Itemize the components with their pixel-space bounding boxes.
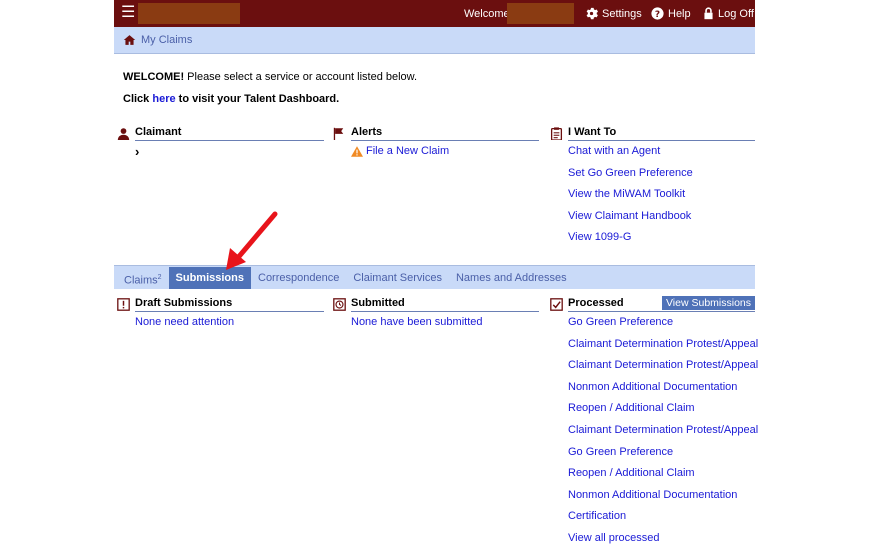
clipboard-icon [550, 126, 563, 140]
view-submissions-button[interactable]: View Submissions [661, 296, 755, 310]
flag-icon [333, 127, 344, 140]
draft-submissions-section: Draft Submissions None need attention [117, 296, 324, 334]
file-new-claim-link[interactable]: File a New Claim [366, 141, 449, 163]
alerts-section: Alerts File a New Claim [333, 125, 539, 163]
draft-submissions-title: Draft Submissions [135, 296, 324, 312]
submitted-section: Submitted None have been submitted [333, 296, 539, 334]
gear-icon [586, 7, 598, 20]
help-button[interactable]: ? Help [651, 7, 691, 20]
processed-item[interactable]: Certification [568, 506, 755, 528]
help-label: Help [668, 7, 691, 20]
hamburger-icon[interactable]: ☰ [121, 5, 135, 21]
redacted-username [507, 3, 574, 24]
person-icon [117, 127, 130, 140]
annotation-arrow-icon [226, 211, 278, 270]
app-window: ☰ Welcome, Settings ? Help Log Off My Cl… [114, 0, 758, 555]
chat-with-agent-link[interactable]: Chat with an Agent [568, 141, 755, 163]
top-bar: ☰ Welcome, Settings ? Help Log Off [114, 0, 755, 27]
view-all-processed-link[interactable]: View all processed [568, 528, 755, 550]
here-link[interactable]: here [152, 93, 175, 105]
tab-claims-label: Claims [124, 274, 158, 287]
log-off-label: Log Off [718, 7, 754, 20]
welcome-message: WELCOME! Please select a service or acco… [123, 71, 417, 83]
welcome-rest: Please select a service or account liste… [184, 71, 418, 83]
claimant-expand-chevron[interactable]: › [135, 141, 324, 163]
redacted-logo [138, 3, 240, 24]
lock-icon [704, 7, 713, 20]
alerts-title: Alerts [351, 125, 539, 141]
submitted-title: Submitted [351, 296, 539, 312]
dashboard-text: to visit your Talent Dashboard. [175, 93, 340, 105]
warning-icon [351, 146, 363, 158]
svg-text:?: ? [655, 10, 660, 20]
dashboard-message: Click here to visit your Talent Dashboar… [123, 93, 339, 105]
tab-claims[interactable]: Claims2 [117, 267, 169, 289]
i-want-to-section: I Want To Chat with an Agent Set Go Gree… [550, 125, 755, 249]
go-green-preference-link[interactable]: Set Go Green Preference [568, 163, 755, 185]
home-icon[interactable] [123, 34, 136, 46]
view-1099g-link[interactable]: View 1099-G [568, 227, 755, 249]
welcome-text: Welcome, [464, 8, 513, 20]
settings-label: Settings [602, 7, 642, 20]
submitted-none-text: None have been submitted [351, 316, 483, 328]
breadcrumb-my-claims[interactable]: My Claims [141, 34, 192, 46]
exclamation-box-icon [117, 297, 130, 311]
settings-button[interactable]: Settings [585, 7, 642, 20]
log-off-button[interactable]: Log Off [703, 7, 754, 20]
checkbox-icon [550, 297, 563, 311]
clock-icon [333, 297, 346, 311]
alert-item[interactable]: File a New Claim [351, 141, 539, 163]
i-want-to-title: I Want To [568, 125, 755, 141]
processed-item[interactable]: Claimant Determination Protest/Appeal [568, 355, 758, 377]
breadcrumb: My Claims [114, 27, 755, 54]
processed-item[interactable]: Nonmon Additional Documentation [568, 485, 755, 507]
help-icon: ? [651, 7, 664, 20]
claimant-handbook-link[interactable]: View Claimant Handbook [568, 206, 755, 228]
claimant-section: Claimant › [117, 125, 324, 163]
tab-claims-badge: 2 [157, 274, 162, 281]
processed-item[interactable]: Nonmon Additional Documentation [568, 377, 755, 399]
claimant-title: Claimant [135, 125, 324, 141]
tab-claimant-services[interactable]: Claimant Services [346, 267, 449, 289]
processed-item[interactable]: Go Green Preference [568, 442, 755, 464]
miwam-toolkit-link[interactable]: View the MiWAM Toolkit [568, 184, 755, 206]
tab-bar: Claims2 Submissions Correspondence Claim… [114, 265, 755, 289]
processed-section: Processed View Submissions Go Green Pref… [550, 296, 758, 550]
welcome-bold: WELCOME! [123, 71, 185, 83]
processed-item[interactable]: Reopen / Additional Claim [568, 463, 755, 485]
draft-none-text: None need attention [135, 316, 235, 328]
processed-item[interactable]: Reopen / Additional Claim [568, 398, 755, 420]
processed-item[interactable]: Claimant Determination Protest/Appeal [568, 334, 758, 356]
processed-item[interactable]: Claimant Determination Protest/Appeal [568, 420, 758, 442]
processed-item[interactable]: Go Green Preference [568, 312, 755, 334]
tab-names-and-addresses[interactable]: Names and Addresses [449, 267, 574, 289]
click-text: Click [123, 93, 153, 105]
